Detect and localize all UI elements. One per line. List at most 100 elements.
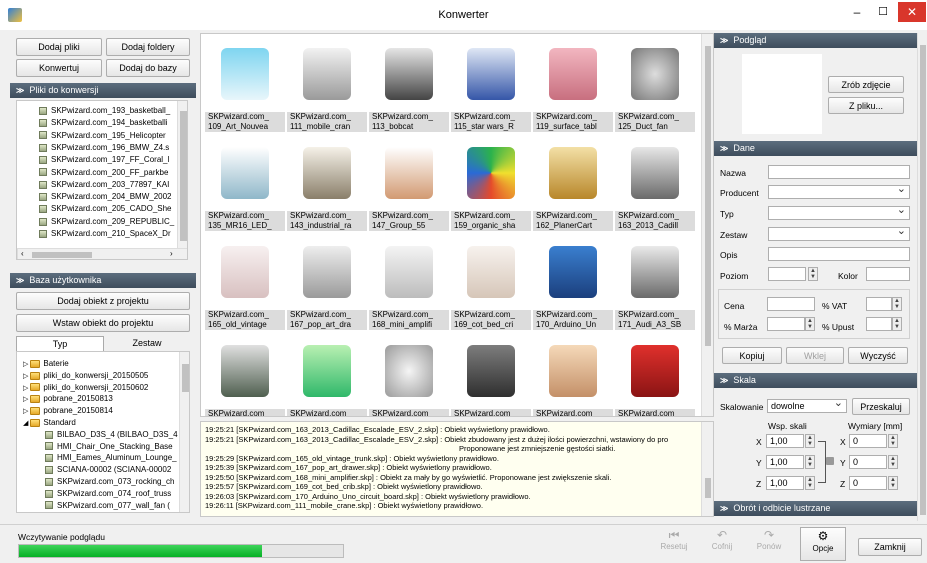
- scale-y-spinner[interactable]: ▲ ▼: [805, 455, 815, 469]
- user-db-header[interactable]: ≫ Baza użytkownika: [10, 273, 196, 288]
- thumbnail[interactable]: SKPwizard.com_ 147_Group_55: [369, 135, 449, 231]
- expand-icon[interactable]: ▷: [23, 361, 28, 368]
- from-file-button[interactable]: Z pliku...: [828, 97, 904, 114]
- close-button[interactable]: Zamknij: [858, 538, 922, 556]
- add-object-button[interactable]: Dodaj obiekt z projektu: [16, 292, 190, 310]
- scaling-select[interactable]: dowolne: [767, 397, 847, 413]
- scale-header[interactable]: ≫ Skala: [714, 373, 917, 388]
- set-select[interactable]: [768, 225, 910, 241]
- expand-icon[interactable]: ▷: [23, 373, 28, 380]
- thumbnail[interactable]: SKPwizard.com_ 168_mini_amplifi: [369, 234, 449, 330]
- paste-button[interactable]: Wklej: [786, 347, 844, 364]
- discount-spinner[interactable]: ▲ ▼: [892, 317, 902, 331]
- thumbnail[interactable]: SKPwizard.com_ 111_mobile_cran: [287, 36, 367, 132]
- tree-item[interactable]: HMI_Eames_Aluminum_Lounge_: [45, 452, 177, 463]
- tree-item[interactable]: HMI_Chair_One_Stacking_Base: [45, 441, 173, 452]
- file-list-item[interactable]: SKPwizard.com_194_basketballi: [39, 117, 168, 128]
- thumbnail[interactable]: SKPwizard.com_ 125_Duct_fan: [615, 36, 695, 132]
- right-vscroll[interactable]: [917, 33, 927, 521]
- scale-z-spinner[interactable]: ▲ ▼: [805, 476, 815, 490]
- thumbnail[interactable]: SKPwizard.com_ 143_industrial_ra: [287, 135, 367, 231]
- discount-input[interactable]: [866, 317, 892, 331]
- db-tree[interactable]: ▷ Baterie ▷ pliki_do_konwersji_20150505 ▷ pli…: [16, 351, 190, 513]
- reset-button[interactable]: ⏮ Resetuj: [650, 528, 698, 560]
- thumbnail[interactable]: SKPwizard.com_ 113_bobcat: [369, 36, 449, 132]
- thumbnail[interactable]: SKPwizard.com: [287, 333, 367, 416]
- undo-button[interactable]: ↶ Cofnij: [700, 528, 744, 560]
- producer-select[interactable]: [768, 183, 910, 199]
- tree-item[interactable]: ◢ Standard: [23, 417, 76, 428]
- lock-icon[interactable]: [826, 457, 834, 465]
- expand-icon[interactable]: ▷: [23, 385, 28, 392]
- tree-item[interactable]: ▷ Baterie: [23, 358, 69, 369]
- tab-type[interactable]: Typ: [16, 336, 104, 351]
- level-input[interactable]: [768, 267, 806, 281]
- dim-y-input[interactable]: 0: [849, 455, 887, 469]
- tree-item[interactable]: SKPwizard.com_077_wall_fan (: [45, 500, 170, 511]
- rotate-header[interactable]: ≫ Obrót i odbicie lustrzane: [714, 501, 917, 516]
- tab-set[interactable]: Zestaw: [104, 336, 190, 351]
- gallery-vscroll[interactable]: [701, 34, 713, 416]
- name-input[interactable]: [768, 165, 910, 179]
- dim-x-spinner[interactable]: ▲ ▼: [888, 434, 898, 448]
- file-list-item[interactable]: SKPwizard.com_204_BMW_2002: [39, 191, 172, 202]
- options-button[interactable]: ⚙ Opcje: [800, 527, 846, 561]
- scale-x-input[interactable]: 1,00: [766, 434, 804, 448]
- add-to-db-button[interactable]: Dodaj do bazy: [106, 59, 190, 77]
- tree-vscroll[interactable]: [179, 352, 189, 512]
- thumbnail[interactable]: SKPwizard.com: [451, 333, 531, 416]
- redo-button[interactable]: ↷ Ponów: [746, 528, 792, 560]
- data-header[interactable]: ≫ Dane: [714, 141, 917, 156]
- margin-input[interactable]: [767, 317, 805, 331]
- vat-spinner[interactable]: ▲ ▼: [892, 297, 902, 311]
- files-list[interactable]: SKPwizard.com_193_basketball_ SKPwizard.c…: [16, 100, 188, 260]
- color-input[interactable]: [866, 267, 910, 281]
- thumbnail[interactable]: SKPwizard.com: [205, 333, 285, 416]
- insert-object-button[interactable]: Wstaw obiekt do projektu: [16, 314, 190, 332]
- margin-spinner[interactable]: ▲ ▼: [805, 317, 815, 331]
- thumbnail[interactable]: SKPwizard.com: [533, 333, 613, 416]
- desc-input[interactable]: [768, 247, 910, 261]
- thumbnail[interactable]: SKPwizard.com_ 162_PlanerCart: [533, 135, 613, 231]
- add-folders-button[interactable]: Dodaj foldery: [106, 38, 190, 56]
- files-hscroll[interactable]: ‹ ›: [17, 248, 187, 259]
- files-section-header[interactable]: ≫ Pliki do konwersji: [10, 83, 196, 98]
- expand-icon[interactable]: ▷: [23, 396, 28, 403]
- scale-y-input[interactable]: 1,00: [766, 455, 804, 469]
- dim-z-input[interactable]: 0: [849, 476, 887, 490]
- maximize-button[interactable]: ☐: [872, 5, 894, 21]
- convert-button[interactable]: Konwertuj: [16, 59, 102, 77]
- file-list-item[interactable]: SKPwizard.com_193_basketball_: [39, 105, 170, 116]
- tree-item[interactable]: SKPwizard.com_073_rocking_ch: [45, 476, 174, 487]
- thumbnail[interactable]: SKPwizard.com_ 165_old_vintage: [205, 234, 285, 330]
- thumbnail[interactable]: SKPwizard.com_ 135_MR16_LED_: [205, 135, 285, 231]
- tree-item[interactable]: ▷ pliki_do_konwersji_20150505: [23, 370, 148, 381]
- expand-icon[interactable]: ▷: [23, 408, 28, 415]
- tree-item[interactable]: SKPwizard.com_074_roof_truss: [45, 488, 171, 499]
- log-vscroll[interactable]: [701, 422, 713, 516]
- thumbnail[interactable]: SKPwizard.com_ 109_Art_Nouvea: [205, 36, 285, 132]
- file-list-item[interactable]: SKPwizard.com_209_REPUBLIC_: [39, 216, 174, 227]
- thumbnail-gallery[interactable]: SKPwizard.com_ 109_Art_Nouvea SKPwizard.co…: [200, 33, 714, 417]
- clear-button[interactable]: Wyczyść: [848, 347, 908, 364]
- files-vscroll[interactable]: [177, 101, 187, 249]
- thumbnail[interactable]: SKPwizard.com_ 169_cot_bed_cri: [451, 234, 531, 330]
- thumbnail[interactable]: SKPwizard.com_ 159_organic_sha: [451, 135, 531, 231]
- screenshot-button[interactable]: Zrób zdjęcie: [828, 76, 904, 93]
- vat-input[interactable]: [866, 297, 892, 311]
- rescale-button[interactable]: Przeskaluj: [852, 398, 910, 415]
- collapse-icon[interactable]: ◢: [23, 420, 28, 427]
- file-list-item[interactable]: SKPwizard.com_210_SpaceX_Dr: [39, 228, 171, 239]
- level-spinner[interactable]: ▲ ▼: [808, 267, 818, 281]
- add-files-button[interactable]: Dodaj pliki: [16, 38, 102, 56]
- thumbnail[interactable]: SKPwizard.com_ 119_surface_tabl: [533, 36, 613, 132]
- minimize-button[interactable]: –: [846, 5, 868, 21]
- file-list-item[interactable]: SKPwizard.com_203_77897_KAI: [39, 179, 169, 190]
- tree-item[interactable]: BILBAO_D3S_4 (BILBAO_D3S_4: [45, 429, 178, 440]
- dim-y-spinner[interactable]: ▲ ▼: [888, 455, 898, 469]
- scale-z-input[interactable]: 1,00: [766, 476, 804, 490]
- file-list-item[interactable]: SKPwizard.com_196_BMW_Z4.s: [39, 142, 169, 153]
- type-select[interactable]: [768, 204, 910, 220]
- tree-item[interactable]: ▷ pobrane_20150814: [23, 405, 113, 416]
- thumbnail[interactable]: SKPwizard.com: [615, 333, 695, 416]
